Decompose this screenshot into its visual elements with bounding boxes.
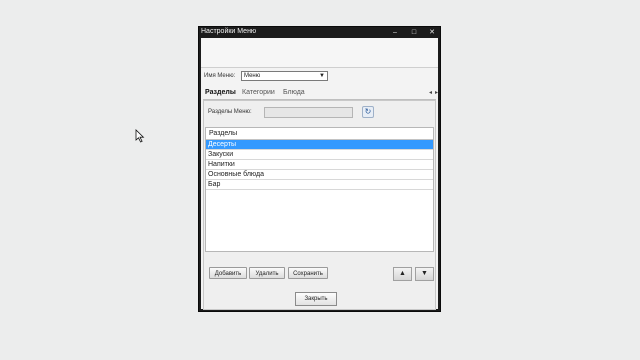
menu-name-row: Имя Меню: Меню ▼ — [201, 68, 438, 88]
arrow-up-icon: ▲ — [399, 270, 406, 277]
delete-button[interactable]: Удалить — [249, 267, 285, 279]
add-button[interactable]: Добавить — [209, 267, 247, 279]
sections-name-input[interactable] — [264, 107, 353, 118]
window-title: Настройки Меню — [201, 28, 257, 35]
tab-strip: Разделы Категории Блюда ◂ ▸ — [203, 88, 438, 100]
tab-sections[interactable]: Разделы — [205, 89, 236, 96]
tab-prev-icon[interactable]: ◂ — [429, 89, 432, 96]
tab-categories[interactable]: Категории — [242, 89, 275, 96]
maximize-button[interactable]: □ — [408, 28, 420, 37]
menu-name-label: Имя Меню: — [204, 73, 236, 79]
sections-field-row: Разделы Меню: ↻ — [204, 105, 435, 119]
sections-grid[interactable]: Разделы Десерты Закуски Напитки Основные… — [205, 127, 434, 252]
header-area — [201, 38, 438, 68]
dropdown-arrow-icon[interactable]: ▼ — [319, 72, 325, 80]
sections-field-label: Разделы Меню: — [208, 109, 252, 115]
save-button[interactable]: Сохранить — [288, 267, 328, 279]
close-button[interactable]: Закрыть — [295, 292, 337, 306]
mouse-cursor-icon — [135, 129, 145, 143]
grid-row[interactable]: Десерты — [206, 140, 433, 150]
menu-settings-window: Настройки Меню – □ ✕ Имя Меню: Меню ▼ Ра… — [198, 26, 441, 312]
grid-button-bar: Добавить Удалить Сохранить ▲ ▼ — [204, 264, 435, 286]
tab-dishes[interactable]: Блюда — [283, 89, 305, 96]
move-up-button[interactable]: ▲ — [393, 267, 412, 281]
minimize-button[interactable]: – — [389, 28, 401, 37]
sections-panel: Разделы Меню: ↻ Разделы Десерты Закуски … — [203, 100, 436, 310]
move-down-button[interactable]: ▼ — [415, 267, 434, 281]
refresh-icon: ↻ — [364, 107, 372, 116]
grid-row[interactable]: Основные блюда — [206, 170, 433, 180]
menu-name-combobox[interactable]: Меню ▼ — [241, 71, 328, 81]
close-window-button[interactable]: ✕ — [426, 28, 438, 37]
title-bar: Настройки Меню – □ ✕ — [199, 27, 440, 38]
tab-next-icon[interactable]: ▸ — [435, 89, 438, 96]
grid-row[interactable]: Закуски — [206, 150, 433, 160]
grid-row[interactable]: Бар — [206, 180, 433, 190]
window-client-area: Имя Меню: Меню ▼ Разделы Категории Блюда… — [201, 38, 438, 310]
refresh-button[interactable]: ↻ — [362, 106, 374, 118]
menu-name-value: Меню — [244, 73, 261, 79]
grid-row[interactable]: Напитки — [206, 160, 433, 170]
grid-column-header[interactable]: Разделы — [206, 128, 433, 140]
arrow-down-icon: ▼ — [421, 270, 428, 277]
